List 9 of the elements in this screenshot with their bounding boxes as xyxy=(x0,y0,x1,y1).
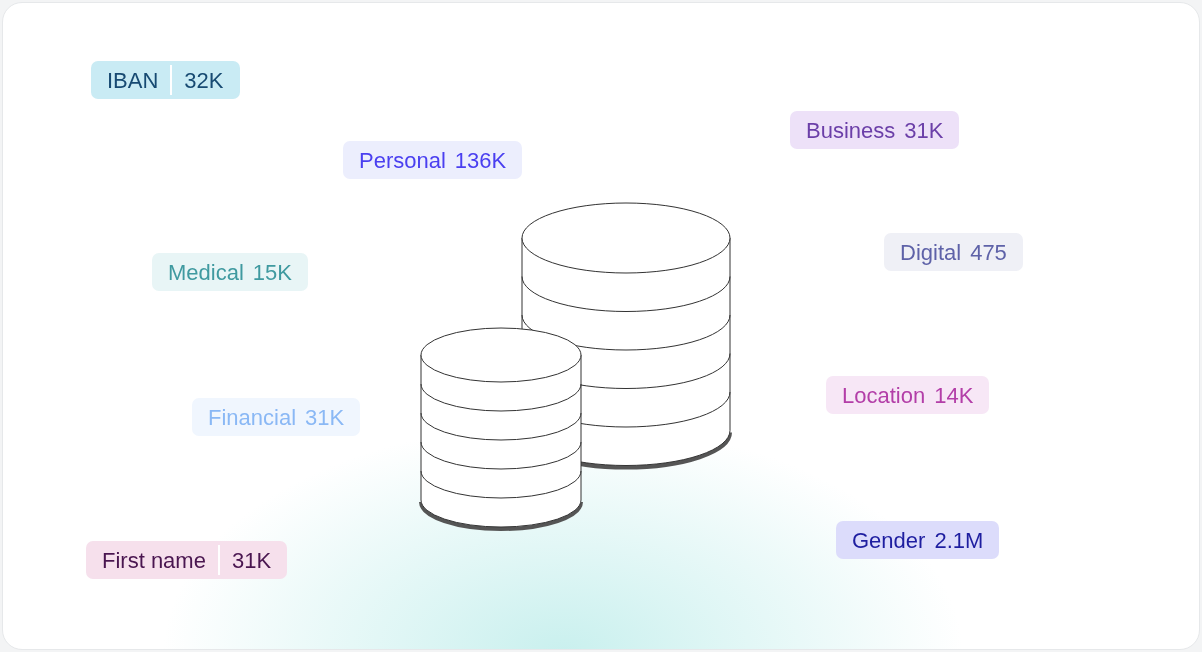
tag: Business 31K xyxy=(790,111,960,149)
tag: First name 31K xyxy=(86,541,288,579)
tag: Financial 31K xyxy=(192,398,361,436)
tag: IBAN 32K xyxy=(91,61,240,99)
tag: Gender 2.1M xyxy=(836,521,1000,559)
tag: Medical 15K xyxy=(152,253,308,291)
tag: Digital 475 xyxy=(884,233,1023,271)
tag: Location 14K xyxy=(826,376,990,414)
tag: Personal 136K xyxy=(343,141,523,179)
